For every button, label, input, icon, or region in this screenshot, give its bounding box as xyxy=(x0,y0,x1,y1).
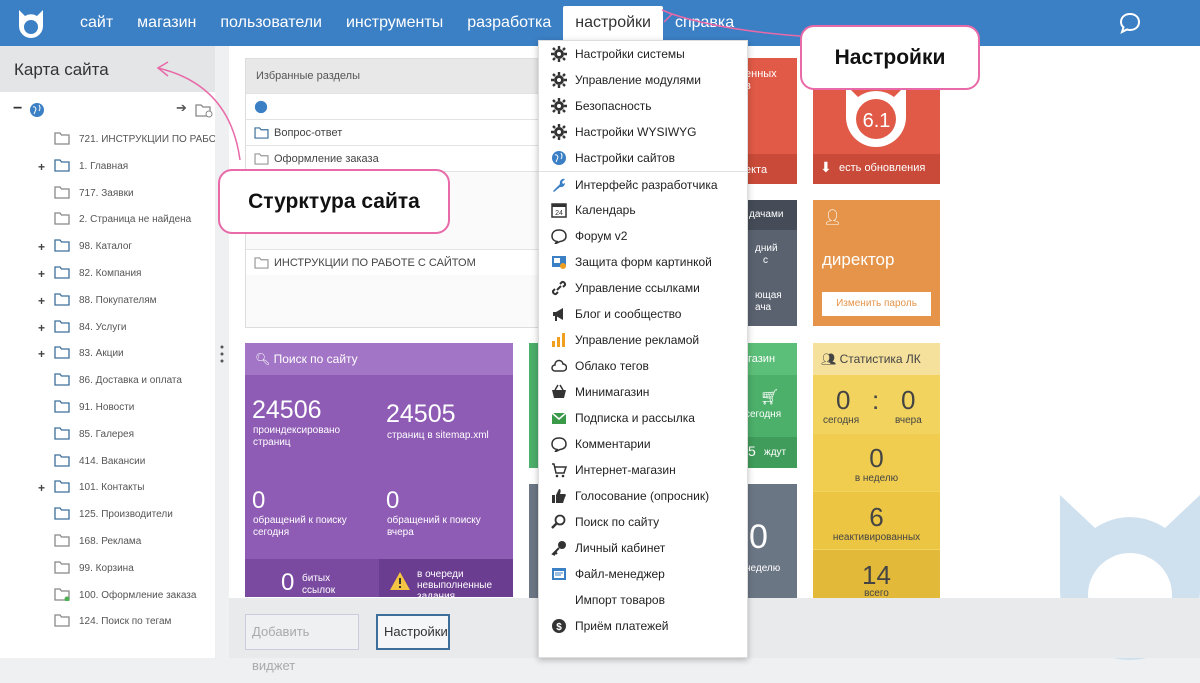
callout-settings: Настройки xyxy=(800,25,980,90)
callout-site-structure: Стурктура сайта xyxy=(218,169,450,234)
annotation-arrows xyxy=(156,9,801,161)
